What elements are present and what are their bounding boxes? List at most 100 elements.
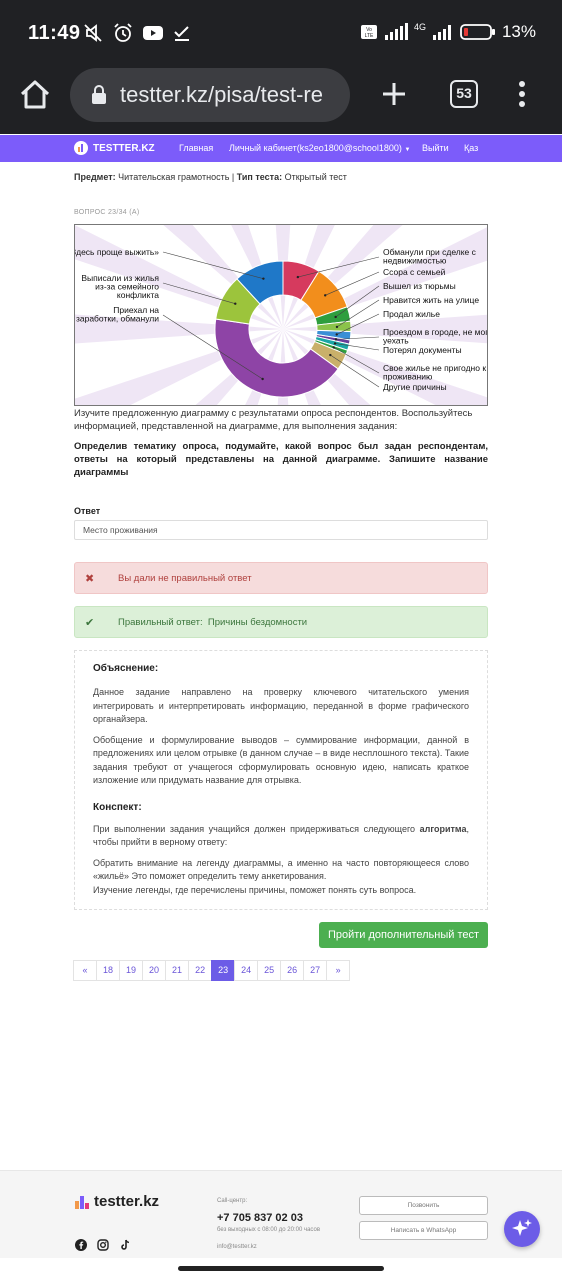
page-link[interactable]: 18 — [96, 960, 121, 981]
tiktok-icon[interactable] — [119, 1239, 131, 1251]
footer-logo-icon — [75, 1195, 89, 1209]
assistant-fab[interactable] — [504, 1211, 540, 1247]
footer-brand: testter.kz — [94, 1193, 160, 1210]
whatsapp-button[interactable]: Написать в WhatsApp — [359, 1221, 488, 1240]
page-link[interactable]: 19 — [119, 960, 144, 981]
chart-label: Проездом в городе, не могу уехать — [383, 327, 488, 346]
explanation-paragraph-1: Данное задание направлено на проверку кл… — [93, 687, 469, 724]
footer-phone[interactable]: +7 705 837 02 03 — [217, 1212, 303, 1224]
page-link[interactable]: 21 — [165, 960, 190, 981]
leader-dot — [324, 294, 327, 297]
page-link[interactable]: « — [73, 960, 97, 981]
conspect-p3: Изучение легенды, где перечислены причин… — [93, 884, 417, 895]
chart-label: «Здесь проще выжить» — [75, 247, 159, 257]
wrong-answer-text: Вы дали не правильный ответ — [118, 573, 252, 584]
alarm-icon — [114, 23, 132, 42]
leader-dot — [261, 377, 264, 381]
conspect-p1-start: При выполнении задания учащийся должен п… — [93, 823, 416, 834]
explanation-paragraph-2: Обобщение и формулирование выводов – сум… — [93, 734, 469, 786]
new-tab-icon[interactable] — [380, 80, 408, 108]
battery-icon — [460, 24, 495, 40]
site-brand: TESTTER.KZ — [93, 142, 155, 154]
chart-label: Нравится жить на улице — [383, 295, 479, 305]
explanation-title: Объяснение: — [93, 663, 159, 674]
address-bar[interactable]: testter.kz/pisa/test-re — [70, 68, 350, 122]
leader-dot — [234, 302, 237, 305]
conspect-p2: Обратить внимание на легенду диаграммы, … — [93, 857, 469, 882]
donut-chart: Обманули при сделке с недвижимостьюСсора … — [75, 225, 488, 405]
nav-link-home[interactable]: Главная — [179, 143, 213, 153]
page-link[interactable]: 24 — [234, 960, 259, 981]
subject-value: Читательская грамотность — [118, 172, 230, 182]
leader-dot — [296, 275, 300, 279]
footer-logo[interactable]: testter.kz — [74, 1193, 159, 1210]
network-type: 4G — [413, 22, 426, 32]
chart-label: Продал жилье — [383, 309, 440, 319]
pagination: «18 19 20 21 22 23 24 25 26 27» — [73, 960, 351, 981]
tab-switcher-button[interactable]: 53 — [450, 80, 478, 108]
answer-field[interactable]: Место проживания — [74, 520, 488, 540]
page-link[interactable]: 20 — [142, 960, 167, 981]
subject-label: Предмет: — [74, 172, 116, 182]
site-logo[interactable]: TESTTER.KZ — [74, 141, 155, 155]
leader-dot — [333, 342, 337, 345]
question-intro: Изучите предложенную диаграмму с результ… — [74, 408, 473, 432]
volte-icon: VoLTE — [360, 25, 377, 39]
home-icon[interactable] — [18, 78, 52, 112]
site-footer: testter.kz Call-центр: +7 705 837 02 03 … — [0, 1170, 562, 1258]
chart-label: Выписали из жилья из-за семейного конфликт… — [81, 273, 159, 300]
leader-dot — [329, 353, 332, 357]
browser-toolbar: testter.kz/pisa/test-re 53 — [0, 68, 562, 134]
leader-dot — [332, 346, 335, 349]
question-number: ВОПРОС 23/34 (A) — [74, 209, 139, 216]
page-link[interactable]: 25 — [257, 960, 282, 981]
explanation-box: Объяснение: Данное задание направлено на… — [74, 650, 488, 910]
page-link[interactable]: 22 — [188, 960, 213, 981]
instagram-icon[interactable] — [97, 1239, 109, 1251]
more-test-button[interactable]: Пройти дополнительный тест — [319, 922, 488, 948]
social-links — [75, 1239, 131, 1251]
status-notification-icons — [82, 22, 192, 44]
correct-answer-alert: ✔ Правильный ответ: Причины бездомности — [74, 606, 488, 638]
page-link[interactable]: 23 — [211, 960, 236, 981]
page-link[interactable]: 26 — [280, 960, 305, 981]
answer-label: Ответ — [74, 506, 101, 516]
mute-icon — [84, 24, 102, 42]
question-flag-icon: (A) — [129, 209, 140, 216]
footer-email[interactable]: info@testter.kz — [217, 1244, 257, 1250]
check-icon: ✔ — [85, 617, 95, 629]
nav-link-language[interactable]: Қаз — [464, 143, 478, 153]
type-value: Открытый тест — [284, 172, 347, 182]
chart-label: Вышел из тюрьмы — [383, 281, 456, 291]
nav-link-cabinet-label: Личный кабинет(ks2eo1800@school1800) — [229, 143, 402, 153]
question-number-text: ВОПРОС 23/34 — [74, 209, 127, 216]
youtube-icon — [143, 26, 163, 40]
status-time: 11:49 — [28, 22, 81, 44]
caret-down-icon: ▼ — [404, 147, 411, 153]
battery-percent: 13% — [501, 22, 536, 41]
leader-dot — [335, 333, 338, 336]
chart-label: Другие причины — [383, 382, 447, 392]
cross-icon: ✖ — [85, 573, 95, 585]
page-link[interactable]: 27 — [303, 960, 328, 981]
page-link[interactable]: » — [326, 960, 351, 981]
nav-link-logout[interactable]: Выйти — [422, 143, 449, 153]
leader-dot — [262, 277, 265, 280]
callcenter-label: Call-центр: — [217, 1198, 248, 1204]
leader-dot — [335, 325, 339, 329]
home-gesture-handle[interactable] — [178, 1266, 384, 1271]
chart-label: Свое жилье не пригодно к проживанию — [383, 363, 486, 382]
facebook-icon[interactable] — [75, 1239, 87, 1251]
download-done-icon — [174, 26, 189, 41]
call-button[interactable]: Позвонить — [359, 1196, 488, 1215]
chart-label: Потерял документы — [383, 345, 462, 355]
question-task: Определив тематику опроса, подумайте, ка… — [74, 441, 488, 478]
leader-dot — [334, 315, 337, 319]
nav-link-cabinet[interactable]: Личный кабинет(ks2eo1800@school1800) ▼ — [229, 143, 410, 153]
more-menu-icon[interactable] — [516, 80, 528, 108]
correct-answer-value: Причины бездомности — [207, 617, 308, 628]
chart-label: Приехал на заработки, обманули — [76, 305, 159, 324]
status-bar: 11:49 Vo LTE 4G 13% — [0, 0, 562, 68]
lock-icon — [92, 85, 106, 104]
correct-answer-text: Правильный ответ: Причины бездомности — [118, 617, 307, 628]
